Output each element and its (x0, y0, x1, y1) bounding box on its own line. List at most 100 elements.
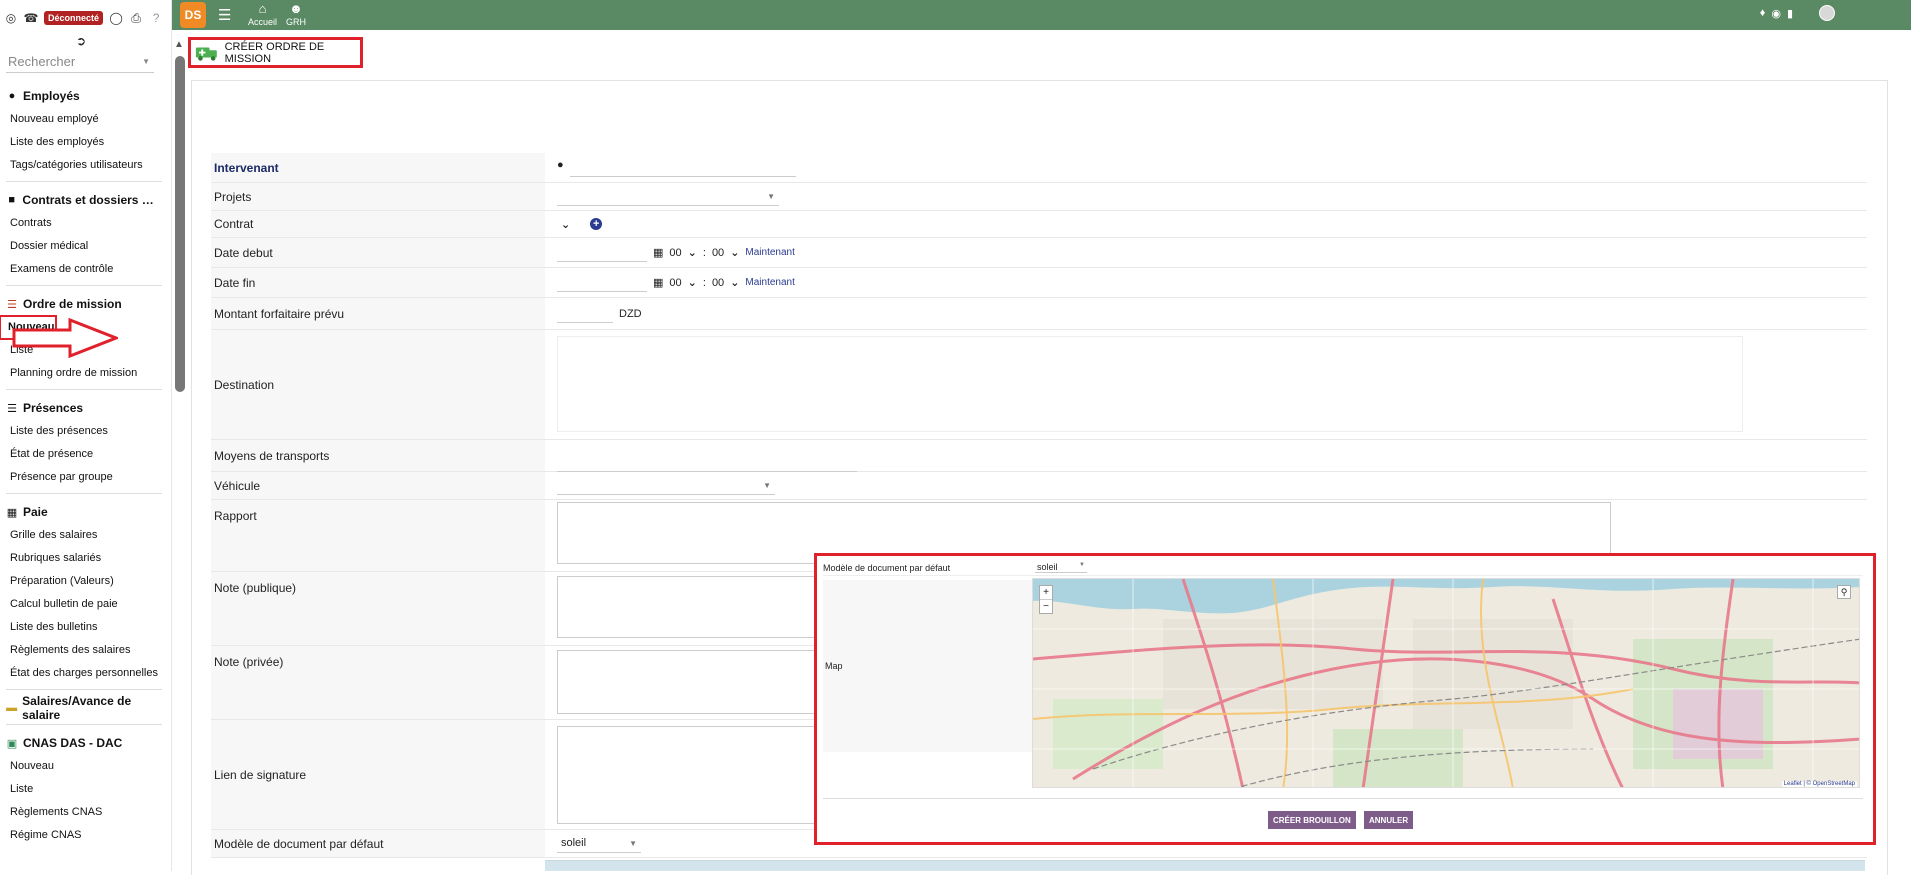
map-attribution[interactable]: Leaflet | © OpenStreetMap (1781, 781, 1857, 787)
field-wrap: ● (545, 153, 1867, 182)
destination-textarea[interactable] (557, 336, 1743, 432)
menu-item[interactable]: Présence par groupe (0, 466, 168, 489)
menu-section-employes[interactable]: ● Employés (0, 84, 168, 108)
menu-section-salaires[interactable]: ▬ Salaires/Avance de salaire (0, 694, 168, 722)
label-projets: Projets (211, 183, 545, 210)
menu-item[interactable]: Liste (0, 778, 168, 801)
calendar-icon[interactable]: ▦ (653, 276, 663, 289)
money-icon: ▦ (6, 506, 18, 519)
menu-item[interactable]: Liste des présences (0, 420, 168, 443)
app-logo[interactable]: DS (180, 2, 206, 28)
menu-item[interactable]: Contrats (0, 212, 168, 235)
zoom-out-button[interactable]: − (1040, 599, 1052, 613)
zoom-in-button[interactable]: + (1040, 586, 1052, 599)
chevron-down-icon[interactable]: ⌄ (730, 276, 739, 289)
menu-item[interactable]: Régime CNAS (0, 824, 168, 847)
note-privee-textarea[interactable] (557, 650, 857, 714)
menu-item[interactable]: Règlements des salaires (0, 639, 168, 662)
row-date-debut: Date debut ▦ 00 ⌄ : 00 ⌄ Maintenant (211, 238, 1867, 268)
menu-section-contrats[interactable]: ■ Contrats et dossiers mé... (0, 188, 168, 212)
intervenant-input[interactable] (569, 159, 796, 177)
nav-grh[interactable]: ☻ GRH (286, 1, 306, 27)
add-contrat-button[interactable]: + (590, 218, 603, 230)
menu-section-presences[interactable]: ☰ Présences (0, 396, 168, 420)
scroll-up-icon[interactable]: ▲ (174, 39, 184, 50)
minute-select[interactable]: 00 (712, 247, 724, 259)
menu-item[interactable]: Nouveau employé (0, 108, 168, 131)
menu-item[interactable]: Liste des employés (0, 131, 168, 154)
section-title: Paie (23, 505, 48, 519)
chevron-down-icon[interactable]: ⌄ (730, 246, 739, 259)
create-draft-button[interactable]: CRÉER BROUILLON (1268, 811, 1356, 829)
divider (6, 493, 162, 494)
menu-item[interactable]: Examens de contrôle (0, 258, 168, 281)
hour-select[interactable]: 00 (669, 277, 681, 289)
row-intervenant: Intervenant ● (211, 153, 1867, 183)
menu-item[interactable]: État des charges personnelles (0, 662, 168, 685)
field-wrap: ▦ 00 ⌄ : 00 ⌄ Maintenant (545, 238, 1867, 267)
date-debut-input[interactable] (557, 244, 647, 262)
modele-select[interactable]: soleil ▼ (557, 835, 641, 853)
cancel-button[interactable]: ANNULER (1364, 811, 1414, 829)
note-publique-textarea[interactable] (557, 576, 857, 638)
montant-input[interactable] (557, 305, 613, 323)
menu-item[interactable]: Nouveau (0, 755, 168, 778)
contrat-select[interactable]: ⌄ (561, 218, 570, 231)
chevron-down-icon: ▼ (629, 838, 637, 848)
currency-label: DZD (619, 307, 642, 320)
chat-icon[interactable]: ◯ (109, 11, 123, 25)
modal-modele-label: Modèle de document par défaut (823, 562, 951, 573)
home-icon: ⌂ (258, 1, 267, 16)
label-date-fin: Date fin (211, 268, 545, 297)
modal-modele-select[interactable]: soleil ▼ (1035, 562, 1087, 573)
menu-item[interactable]: Calcul bulletin de paie (0, 593, 168, 616)
now-link[interactable]: Maintenant (745, 277, 794, 288)
menu-item[interactable]: Rubriques salariés (0, 547, 168, 570)
list-icon: ☰ (7, 298, 17, 311)
map-view[interactable]: + − ⚲ Leaflet | © OpenStreetMap (1032, 578, 1860, 788)
whatsapp-icon[interactable]: ☎ (24, 11, 39, 25)
lien-signature-textarea[interactable] (557, 726, 857, 824)
chevron-down-icon[interactable]: ⌄ (688, 276, 697, 289)
hour-select[interactable]: 00 (669, 247, 681, 259)
menu-item[interactable]: Tags/catégories utilisateurs (0, 154, 168, 177)
menu-item[interactable]: Règlements CNAS (0, 801, 168, 824)
menu-item[interactable]: État de présence (0, 443, 168, 466)
print-icon[interactable]: ⎙ (129, 11, 143, 25)
menu-item[interactable]: Dossier médical (0, 235, 168, 258)
calendar-icon[interactable]: ▦ (653, 246, 663, 259)
moyens-input[interactable] (557, 454, 857, 472)
row-montant: Montant forfaitaire prévu DZD (211, 298, 1867, 330)
nav-accueil[interactable]: ⌂ Accueil (248, 1, 277, 27)
chevron-down-icon[interactable]: ⌄ (688, 246, 697, 259)
logout-icon[interactable]: ➲ (76, 34, 86, 48)
map-search-icon[interactable]: ⚲ (1837, 585, 1851, 599)
hamburger-menu-icon[interactable]: ☰ (218, 6, 231, 24)
minute-select[interactable]: 00 (712, 277, 724, 289)
bell-icon[interactable]: ♦ (1760, 7, 1766, 20)
projets-select[interactable]: ▼ (557, 188, 779, 206)
chat-icon[interactable]: ◉ (1771, 7, 1781, 20)
status-badge[interactable]: Déconnecté (44, 11, 104, 25)
menu-item[interactable]: Planning ordre de mission (0, 362, 168, 385)
menu-section-ordre-mission[interactable]: ☰ Ordre de mission (0, 292, 168, 316)
menu-section-paie[interactable]: ▦ Paie (0, 500, 168, 524)
help-icon[interactable]: ? (149, 11, 163, 25)
date-fin-input[interactable] (557, 274, 647, 292)
sidebar-scrollbar[interactable] (175, 56, 185, 392)
top-navbar: DS ☰ ⌂ Accueil ☻ GRH ♦ ◉ ▮ (172, 0, 1911, 30)
clipboard-icon[interactable]: ▮ (1787, 7, 1793, 20)
now-link[interactable]: Maintenant (745, 247, 794, 258)
globe-icon[interactable]: ◎ (4, 11, 18, 25)
label-destination: Destination (211, 330, 545, 439)
menu-item[interactable]: Grille des salaires (0, 524, 168, 547)
divider (6, 285, 162, 286)
menu-item[interactable]: Liste des bulletins (0, 616, 168, 639)
menu-item[interactable]: Préparation (Valeurs) (0, 570, 168, 593)
menu-section-cnas[interactable]: ▣ CNAS DAS - DAC (0, 731, 168, 755)
avatar[interactable] (1819, 5, 1835, 21)
map-tiles (1033, 579, 1859, 787)
time-separator: : (702, 246, 706, 259)
search-input[interactable]: Rechercher ▼ (6, 51, 154, 73)
vehicule-select[interactable]: ▼ (557, 477, 775, 495)
